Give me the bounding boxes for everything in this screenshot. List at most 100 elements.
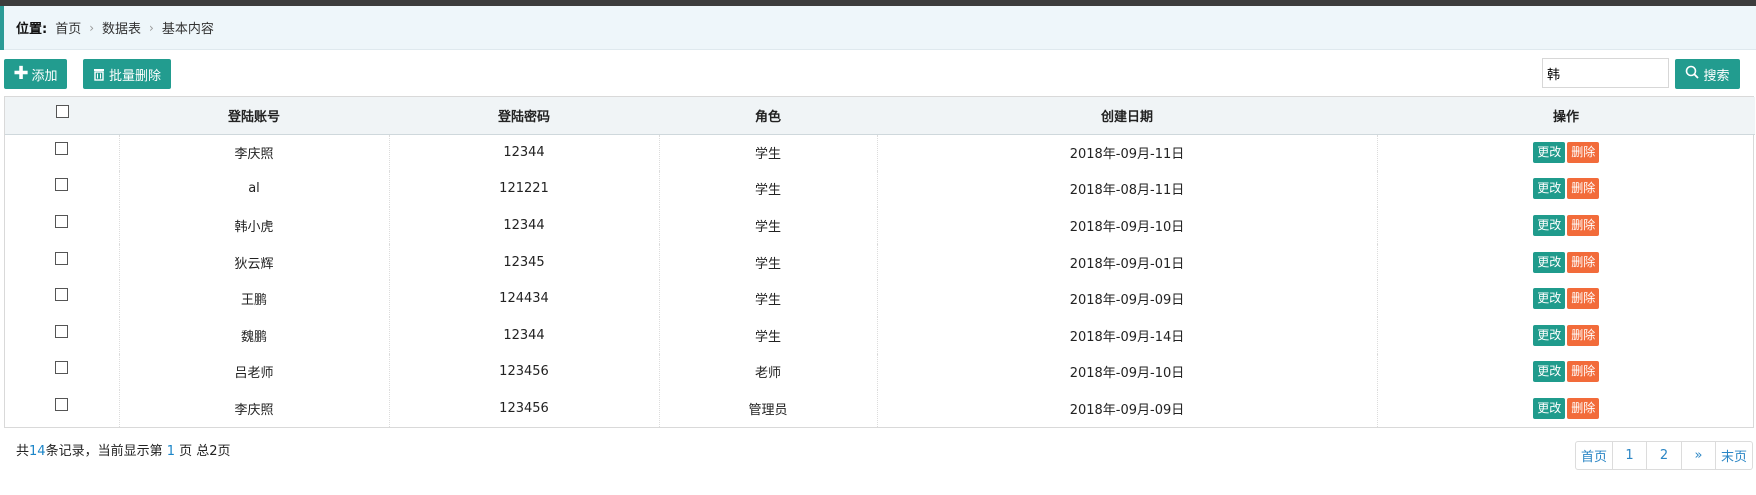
cell-date: 2018年-09月-10日 xyxy=(877,353,1378,391)
batch-delete-button[interactable]: 批量删除 xyxy=(83,59,171,89)
pager-page-2[interactable]: 2 xyxy=(1647,442,1682,469)
table-row: 李庆照 123456 管理员 2018年-09月-09日 更改 删除 xyxy=(5,390,1755,427)
cell-actions: 更改 删除 xyxy=(1377,390,1755,427)
select-all-cell xyxy=(5,97,119,134)
record-summary: 共14条记录，当前显示第 1 页 总2页 xyxy=(16,440,231,459)
breadcrumb: 位置: 首页 › 数据表 › 基本内容 xyxy=(4,6,1756,50)
edit-button[interactable]: 更改 xyxy=(1533,397,1566,419)
edit-button[interactable]: 更改 xyxy=(1533,251,1566,273)
edit-button[interactable]: 更改 xyxy=(1533,214,1566,236)
cell-password: 123456 xyxy=(389,353,660,391)
breadcrumb-home[interactable]: 首页 xyxy=(55,18,81,37)
header-password: 登陆密码 xyxy=(497,109,550,125)
total-count: 14 xyxy=(29,444,46,459)
cell-password: 12345 xyxy=(389,243,660,281)
edit-button[interactable]: 更改 xyxy=(1533,361,1566,383)
summary-suffix: 页 总 xyxy=(174,444,210,459)
delete-button[interactable]: 删除 xyxy=(1567,324,1600,346)
cell-password: 12344 xyxy=(389,316,660,354)
cell-actions: 更改 删除 xyxy=(1377,354,1755,391)
search-input[interactable] xyxy=(1542,58,1669,88)
plus-icon: ✚ xyxy=(13,63,29,84)
cell-date: 2018年-08月-11日 xyxy=(877,170,1378,208)
pager-page-1[interactable]: 1 xyxy=(1613,442,1647,469)
cell-account: 李庆照 xyxy=(119,390,390,427)
summary-prefix: 共 xyxy=(16,444,30,459)
row-select-cell xyxy=(5,134,120,171)
cell-account: 李庆照 xyxy=(119,134,390,171)
row-checkbox[interactable] xyxy=(55,214,69,228)
breadcrumb-current: 基本内容 xyxy=(161,22,214,37)
search-button-label: 搜索 xyxy=(1703,68,1730,84)
cell-role: 学生 xyxy=(659,170,878,208)
delete-button[interactable]: 删除 xyxy=(1567,288,1600,310)
search-button[interactable]: 搜索 xyxy=(1675,59,1740,89)
cell-actions: 更改 删除 xyxy=(1377,207,1755,244)
row-select-cell xyxy=(5,280,120,317)
cell-actions: 更改 删除 xyxy=(1377,317,1755,354)
cell-date: 2018年-09月-14日 xyxy=(877,316,1378,354)
breadcrumb-datatable[interactable]: 数据表 xyxy=(102,18,141,37)
row-checkbox[interactable] xyxy=(55,251,69,265)
edit-button[interactable]: 更改 xyxy=(1533,324,1566,346)
data-table: 登陆账号 登陆密码 角色 创建日期 操作 李庆照 12344 学生 2018年-09月… xyxy=(4,96,1755,428)
edit-button[interactable]: 更改 xyxy=(1533,178,1566,200)
delete-button[interactable]: 删除 xyxy=(1567,397,1600,419)
edit-button[interactable]: 更改 xyxy=(1533,288,1566,310)
row-checkbox[interactable] xyxy=(55,142,69,156)
cell-account: 吕老师 xyxy=(119,353,390,391)
table-row: al 121221 学生 2018年-08月-11日 更改 删除 xyxy=(5,170,1755,208)
table-row: 狄云辉 12345 学生 2018年-09月-01日 更改 删除 xyxy=(5,243,1755,281)
row-select-cell xyxy=(5,390,120,427)
cell-date: 2018年-09月-01日 xyxy=(877,243,1378,281)
row-checkbox[interactable] xyxy=(55,361,69,375)
batch-delete-label: 批量删除 xyxy=(108,68,161,84)
pager-next[interactable]: » xyxy=(1682,442,1716,469)
delete-button[interactable]: 删除 xyxy=(1567,251,1600,273)
chevron-right-icon: › xyxy=(149,20,154,35)
cell-actions: 更改 删除 xyxy=(1377,171,1755,208)
table-body: 李庆照 12344 学生 2018年-09月-11日 更改 删除 al 121221 学生 201… xyxy=(5,134,1755,427)
search-icon xyxy=(1685,65,1700,83)
header-role: 角色 xyxy=(754,109,781,125)
cell-password: 12344 xyxy=(389,207,660,244)
trash-icon xyxy=(93,68,105,81)
row-select-cell xyxy=(5,170,120,208)
row-select-cell xyxy=(5,316,120,354)
select-all-checkbox[interactable] xyxy=(55,104,69,118)
delete-button[interactable]: 删除 xyxy=(1567,214,1600,236)
add-button[interactable]: ✚ 添加 xyxy=(4,59,67,89)
table-row: 吕老师 123456 老师 2018年-09月-10日 更改 删除 xyxy=(5,353,1755,391)
cell-role: 学生 xyxy=(659,316,878,354)
breadcrumb-label: 位置: xyxy=(16,22,48,37)
row-checkbox[interactable] xyxy=(55,178,69,192)
cell-role: 学生 xyxy=(659,243,878,281)
current-page-number: 1 xyxy=(166,444,175,459)
delete-button[interactable]: 删除 xyxy=(1567,361,1600,383)
cell-account: 王鹏 xyxy=(119,280,390,317)
chevron-right-icon: › xyxy=(89,20,95,35)
row-select-cell xyxy=(5,207,120,244)
header-date: 创建日期 xyxy=(1100,109,1153,125)
cell-password: 121221 xyxy=(389,170,660,208)
table-row: 魏鹏 12344 学生 2018年-09月-14日 更改 删除 xyxy=(5,316,1755,354)
row-checkbox[interactable] xyxy=(55,397,69,411)
add-button-label: 添加 xyxy=(31,68,58,84)
table-row: 王鹏 124434 学生 2018年-09月-09日 更改 删除 xyxy=(5,280,1755,317)
delete-button[interactable]: 删除 xyxy=(1567,178,1600,200)
header-actions: 操作 xyxy=(1552,109,1579,125)
row-checkbox[interactable] xyxy=(55,288,69,302)
delete-button[interactable]: 删除 xyxy=(1567,142,1600,164)
cell-account: 魏鹏 xyxy=(119,316,390,354)
cell-actions: 更改 删除 xyxy=(1377,244,1755,281)
cell-role: 学生 xyxy=(659,207,878,244)
summary-end: 页 xyxy=(217,444,231,459)
table-row: 韩小虎 12344 学生 2018年-09月-10日 更改 删除 xyxy=(5,207,1755,244)
pager-first[interactable]: 首页 xyxy=(1576,442,1613,469)
table-row: 李庆照 12344 学生 2018年-09月-11日 更改 删除 xyxy=(5,134,1755,171)
row-checkbox[interactable] xyxy=(55,324,69,338)
cell-account: 韩小虎 xyxy=(119,207,390,244)
edit-button[interactable]: 更改 xyxy=(1533,142,1566,164)
cell-role: 老师 xyxy=(659,353,878,391)
pager-last[interactable]: 末页 xyxy=(1716,442,1752,469)
